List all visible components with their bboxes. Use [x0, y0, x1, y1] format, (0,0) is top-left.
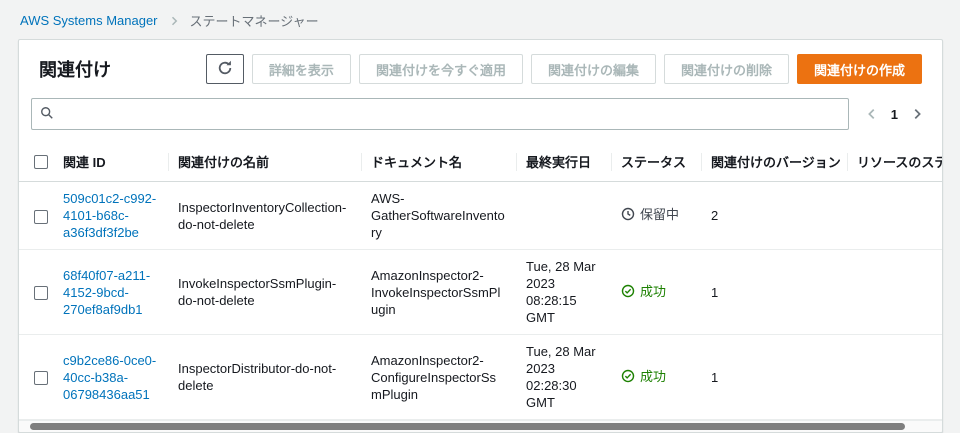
association-id-link[interactable]: 68f40f07-a211-4152-9bcd-270ef8af9db1: [63, 268, 150, 317]
page-title: 関連付け: [39, 60, 111, 80]
create-association-button[interactable]: 関連付けの作成: [796, 54, 922, 84]
resource-status: [847, 334, 942, 420]
associations-table: 関連 ID 関連付けの名前 ドキュメント名 最終実行日 ステータス 関連付けのバ…: [19, 142, 942, 420]
row-checkbox[interactable]: [34, 371, 48, 386]
table-row: 509c01c2-c992-4101-b68c-a36f3df3f2be Ins…: [19, 181, 942, 250]
table-row: c9b2ce86-0ce0-40cc-b38a-06798436aa51 Ins…: [19, 334, 942, 420]
document-name: AmazonInspector2-ConfigureInspectorSsmPl…: [361, 334, 516, 420]
check-circle-icon: [621, 369, 635, 387]
toolbar: 詳細を表示 関連付けを今すぐ適用 関連付けの編集 関連付けの削除 関連付けの作成: [205, 54, 922, 84]
last-execution-date: Tue, 28 Mar 2023 08:28:15 GMT: [516, 249, 611, 335]
table-row: 68f40f07-a211-4152-9bcd-270ef8af9db1 Inv…: [19, 249, 942, 335]
association-version: 2: [701, 181, 847, 250]
clock-icon: [621, 207, 635, 225]
horizontal-scrollbar-track[interactable]: [19, 420, 942, 432]
filter-row: 1: [19, 94, 942, 142]
resource-status: [847, 181, 942, 250]
current-page-number[interactable]: 1: [891, 107, 898, 122]
search-icon: [40, 106, 54, 123]
refresh-button[interactable]: [205, 54, 244, 84]
check-circle-icon: [621, 284, 635, 302]
document-name: AWS-GatherSoftwareInventory: [361, 181, 516, 250]
association-id-link[interactable]: 509c01c2-c992-4101-b68c-a36f3df3f2be: [63, 191, 156, 240]
search-box: [31, 98, 849, 130]
search-input[interactable]: [60, 106, 840, 122]
breadcrumb-current-page: ステートマネージャー: [189, 14, 319, 29]
associations-table-viewport: 関連 ID 関連付けの名前 ドキュメント名 最終実行日 ステータス 関連付けのバ…: [19, 142, 942, 420]
column-header-resource-status: リソースのステータス: [847, 142, 942, 182]
associations-panel: 関連付け 詳細を表示 関連付けを今すぐ適用 関連付けの編集 関連付けの削除 関連…: [18, 39, 943, 433]
column-header-status: ステータス: [611, 142, 701, 182]
column-header-association-id: 関連 ID: [53, 142, 168, 182]
panel-header: 関連付け 詳細を表示 関連付けを今すぐ適用 関連付けの編集 関連付けの削除 関連…: [19, 40, 942, 94]
edit-association-button[interactable]: 関連付けの編集: [530, 54, 656, 84]
breadcrumb: AWS Systems Manager ステートマネージャー: [0, 0, 960, 39]
document-name: AmazonInspector2-InvokeInspectorSsmPlugi…: [361, 249, 516, 335]
last-execution-date: [516, 181, 611, 250]
row-checkbox[interactable]: [34, 286, 48, 301]
last-execution-date: Tue, 28 Mar 2023 02:28:30 GMT: [516, 334, 611, 420]
previous-page-button[interactable]: [863, 105, 881, 123]
association-name: InspectorInventoryCollection-do-not-dele…: [168, 181, 361, 250]
refresh-icon: [217, 60, 233, 79]
status-badge: 成功: [621, 283, 666, 302]
status-label: 成功: [640, 368, 667, 384]
status-label: 保留中: [640, 207, 680, 222]
association-name: InvokeInspectorSsmPlugin-do-not-delete: [168, 249, 361, 335]
association-version: 1: [701, 249, 847, 335]
breadcrumb-link-systems-manager[interactable]: AWS Systems Manager: [20, 13, 158, 28]
next-page-button[interactable]: [908, 105, 926, 123]
resource-status: [847, 249, 942, 335]
column-header-last-execution: 最終実行日: [516, 142, 611, 182]
column-header-version: 関連付けのバージョン: [701, 142, 847, 182]
horizontal-scrollbar-thumb[interactable]: [30, 423, 905, 430]
chevron-right-icon: [168, 15, 180, 27]
delete-association-button[interactable]: 関連付けの削除: [663, 54, 789, 84]
status-badge: 保留中: [621, 206, 679, 225]
table-header-row: 関連 ID 関連付けの名前 ドキュメント名 最終実行日 ステータス 関連付けのバ…: [19, 142, 942, 182]
association-id-link[interactable]: c9b2ce86-0ce0-40cc-b38a-06798436aa51: [63, 353, 156, 402]
row-checkbox[interactable]: [34, 209, 48, 224]
association-version: 1: [701, 334, 847, 420]
select-all-checkbox[interactable]: [34, 155, 48, 170]
column-header-document-name: ドキュメント名: [361, 142, 516, 182]
status-badge: 成功: [621, 368, 666, 387]
view-details-button[interactable]: 詳細を表示: [251, 54, 351, 84]
apply-association-now-button[interactable]: 関連付けを今すぐ適用: [358, 54, 523, 84]
status-label: 成功: [640, 283, 667, 299]
pagination: 1: [863, 105, 928, 123]
association-name: InspectorDistributor-do-not-delete: [168, 334, 361, 420]
column-header-association-name: 関連付けの名前: [168, 142, 361, 182]
